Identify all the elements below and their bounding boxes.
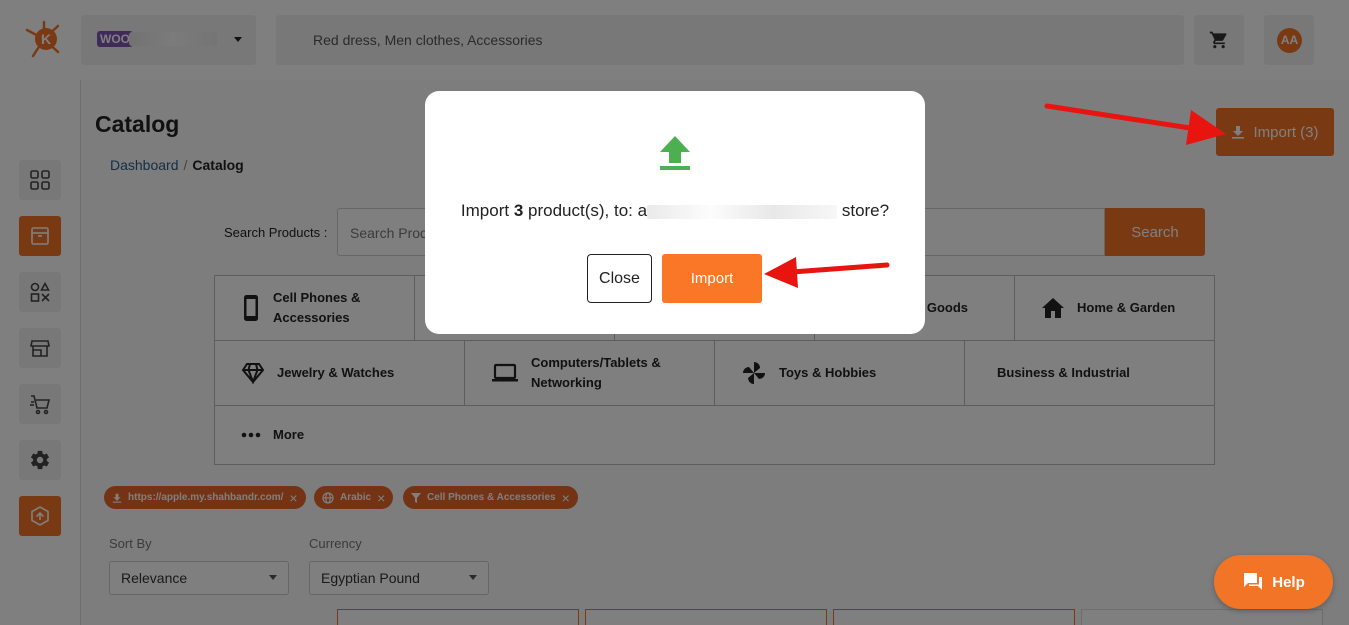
import-button[interactable]: Import — [662, 254, 762, 303]
help-button[interactable]: Help — [1214, 555, 1333, 609]
import-confirm-message: Import 3 product(s), to: a store? — [425, 201, 925, 221]
chat-icon — [1244, 573, 1263, 590]
store-initial: a — [637, 201, 648, 220]
upload-icon — [660, 136, 690, 170]
msg-middle: product(s), to: — [528, 201, 633, 220]
msg-suffix: store? — [841, 201, 890, 220]
store-name-redacted — [647, 204, 838, 219]
help-label: Help — [1272, 573, 1305, 591]
close-button[interactable]: Close — [587, 254, 652, 303]
import-confirm-dialog: Import 3 product(s), to: a store? Close … — [425, 91, 925, 334]
import-count: 3 — [513, 201, 524, 220]
msg-prefix: Import — [460, 201, 510, 220]
